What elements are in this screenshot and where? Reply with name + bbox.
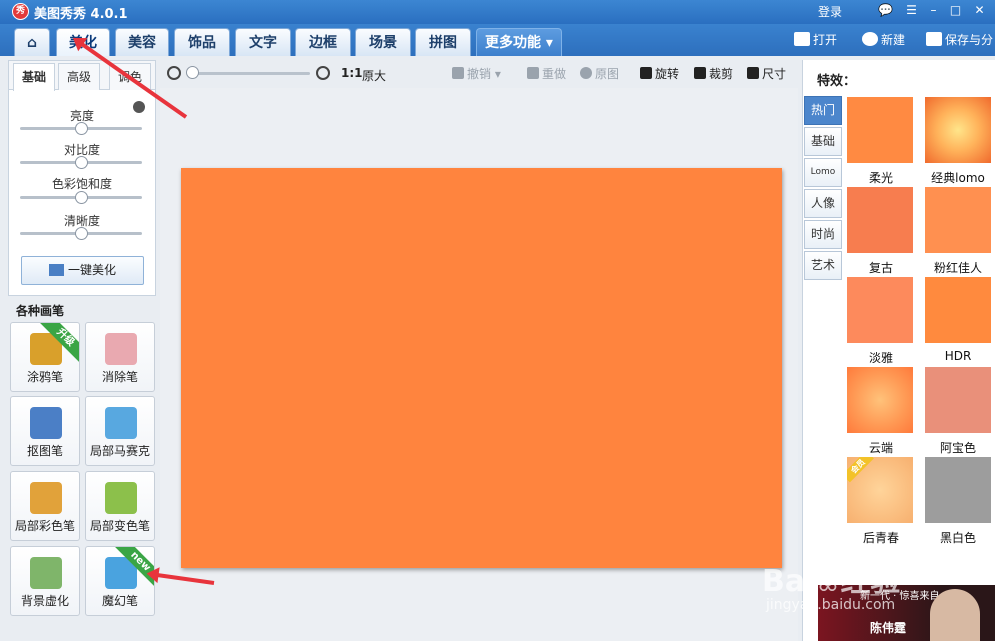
saturation-slider[interactable] (20, 191, 142, 204)
login-link[interactable]: 登录 (818, 3, 842, 20)
title-bar: 秀 美图秀秀 4.0.1 登录 💬 ☰ – □ ✕ (0, 0, 995, 24)
effect-label: 阿宝色 (939, 441, 976, 455)
resize-icon (747, 67, 759, 79)
resize-button[interactable]: 尺寸 (747, 66, 786, 82)
mosaic-icon (105, 407, 137, 439)
category-hot[interactable]: 热门 (804, 96, 842, 125)
home-tab[interactable]: ⌂ (14, 28, 50, 56)
redo-icon (527, 67, 539, 79)
zoom-in-icon[interactable] (316, 66, 330, 80)
undo-button[interactable]: 撤销 ▾ (452, 66, 501, 82)
original-button[interactable]: 原图 (580, 66, 619, 82)
effect-cloud[interactable] (847, 367, 913, 433)
brightness-slider[interactable] (20, 122, 142, 135)
brush-section-title: 各种画笔 (16, 304, 65, 318)
tab-accessories[interactable]: 饰品 (174, 28, 230, 56)
zoom-original-label[interactable]: 原大 (362, 67, 386, 84)
category-fashion[interactable]: 时尚 (804, 220, 842, 249)
main-tab-bar: ⌂ 美化 美容 饰品 文字 边框 场景 拼图 更多功能 ▾ 打开 新建 保存与分 (0, 24, 995, 56)
effect-retro[interactable] (847, 187, 913, 253)
chevron-down-icon[interactable]: ▾ (495, 67, 501, 81)
app-logo: 秀 (12, 3, 29, 20)
effect-black-white[interactable] (925, 457, 991, 523)
menu-icon[interactable]: ☰ (904, 3, 919, 18)
minimize-icon[interactable]: – (926, 3, 941, 18)
tab-more-features[interactable]: 更多功能 ▾ (476, 28, 562, 56)
effect-soft-light[interactable] (847, 97, 913, 163)
close-icon[interactable]: ✕ (972, 3, 987, 18)
blur-icon (30, 557, 62, 589)
tab-beauty[interactable]: 美容 (115, 28, 169, 56)
undo-icon (452, 67, 464, 79)
category-basic[interactable]: 基础 (804, 127, 842, 156)
doodle-brush-button[interactable]: 升级 涂鸦笔 (10, 322, 80, 392)
effect-hdr[interactable] (925, 277, 991, 343)
eraser-brush-button[interactable]: 消除笔 (85, 322, 155, 392)
one-click-beautify-button[interactable]: 一键美化 (21, 256, 144, 285)
sharpness-thumb[interactable] (74, 227, 88, 240)
baidu-watermark: Bai❀经验 (762, 564, 901, 599)
sharpness-slider[interactable] (20, 227, 142, 240)
original-icon (580, 67, 592, 79)
cutout-pen-icon (30, 407, 62, 439)
effect-classic-lomo[interactable] (925, 97, 991, 163)
tab-scene[interactable]: 场景 (355, 28, 411, 56)
tab-basic[interactable]: 基础 (13, 63, 55, 91)
contrast-thumb[interactable] (74, 156, 88, 169)
crop-button[interactable]: 裁剪 (694, 66, 733, 82)
effect-label: 经典lomo (931, 171, 985, 185)
magic-icon (48, 264, 64, 276)
tab-text[interactable]: 文字 (235, 28, 291, 56)
scissors-icon (694, 67, 706, 79)
save-share-button[interactable]: 保存与分 (926, 31, 993, 49)
save-icon (926, 32, 942, 46)
ad-person-image (930, 589, 980, 641)
ad-name: 陈伟霆 (870, 621, 907, 635)
eraser-icon (105, 333, 137, 365)
zoom-slider[interactable] (188, 72, 310, 75)
home-icon: ⌂ (26, 35, 38, 51)
cutout-brush-button[interactable]: 抠图笔 (10, 396, 80, 466)
brightness-thumb[interactable] (74, 122, 88, 135)
saturation-label: 色彩饱和度 (51, 177, 112, 191)
open-button[interactable]: 打开 (794, 31, 837, 49)
zoom-thumb[interactable] (186, 66, 199, 79)
tab-collage[interactable]: 拼图 (415, 28, 471, 56)
color-brush-button[interactable]: 局部彩色笔 (10, 471, 80, 541)
app-title: 美图秀秀 4.0.1 (34, 7, 128, 22)
zoom-out-icon[interactable] (167, 66, 181, 80)
baidu-watermark-url: jingyan.baidu.com (766, 597, 896, 613)
effect-post-youth[interactable]: 会员 (847, 457, 913, 523)
background-blur-button[interactable]: 背景虚化 (10, 546, 80, 616)
maximize-icon[interactable]: □ (948, 3, 963, 18)
paint-bucket-icon (105, 482, 137, 514)
effect-elegant[interactable] (847, 277, 913, 343)
effect-label: HDR (944, 349, 972, 363)
contrast-slider[interactable] (20, 156, 142, 169)
feedback-icon[interactable]: 💬 (878, 3, 893, 18)
effect-abao[interactable] (925, 367, 991, 433)
category-portrait[interactable]: 人像 (804, 189, 842, 218)
effect-pink-lady[interactable] (925, 187, 991, 253)
tab-border[interactable]: 边框 (295, 28, 351, 56)
effect-label: 黑白色 (939, 531, 976, 545)
zoom-ratio[interactable]: 1:1 (341, 66, 363, 80)
mosaic-brush-button[interactable]: 局部马赛克 (85, 396, 155, 466)
adjustment-panel: 基础 高级 调色 亮度 对比度 色彩饱和度 清晰度 一键美化 (8, 60, 156, 296)
effect-label: 粉红佳人 (933, 261, 982, 275)
rotate-icon (640, 67, 652, 79)
vip-badge: 会员 (847, 457, 874, 483)
recolor-brush-button[interactable]: 局部变色笔 (85, 471, 155, 541)
rotate-button[interactable]: 旋转 (640, 66, 679, 82)
effects-title: 特效： (817, 74, 857, 89)
paint-brush-icon (30, 482, 62, 514)
folder-icon (794, 32, 810, 46)
new-button[interactable]: 新建 (862, 31, 905, 49)
tab-advanced[interactable]: 高级 (58, 63, 100, 90)
redo-button[interactable]: 重做 (527, 66, 566, 82)
saturation-thumb[interactable] (74, 191, 88, 204)
adjustment-tabs: 基础 高级 调色 (9, 61, 155, 91)
plus-icon (862, 32, 878, 46)
photo-canvas[interactable] (181, 168, 782, 568)
